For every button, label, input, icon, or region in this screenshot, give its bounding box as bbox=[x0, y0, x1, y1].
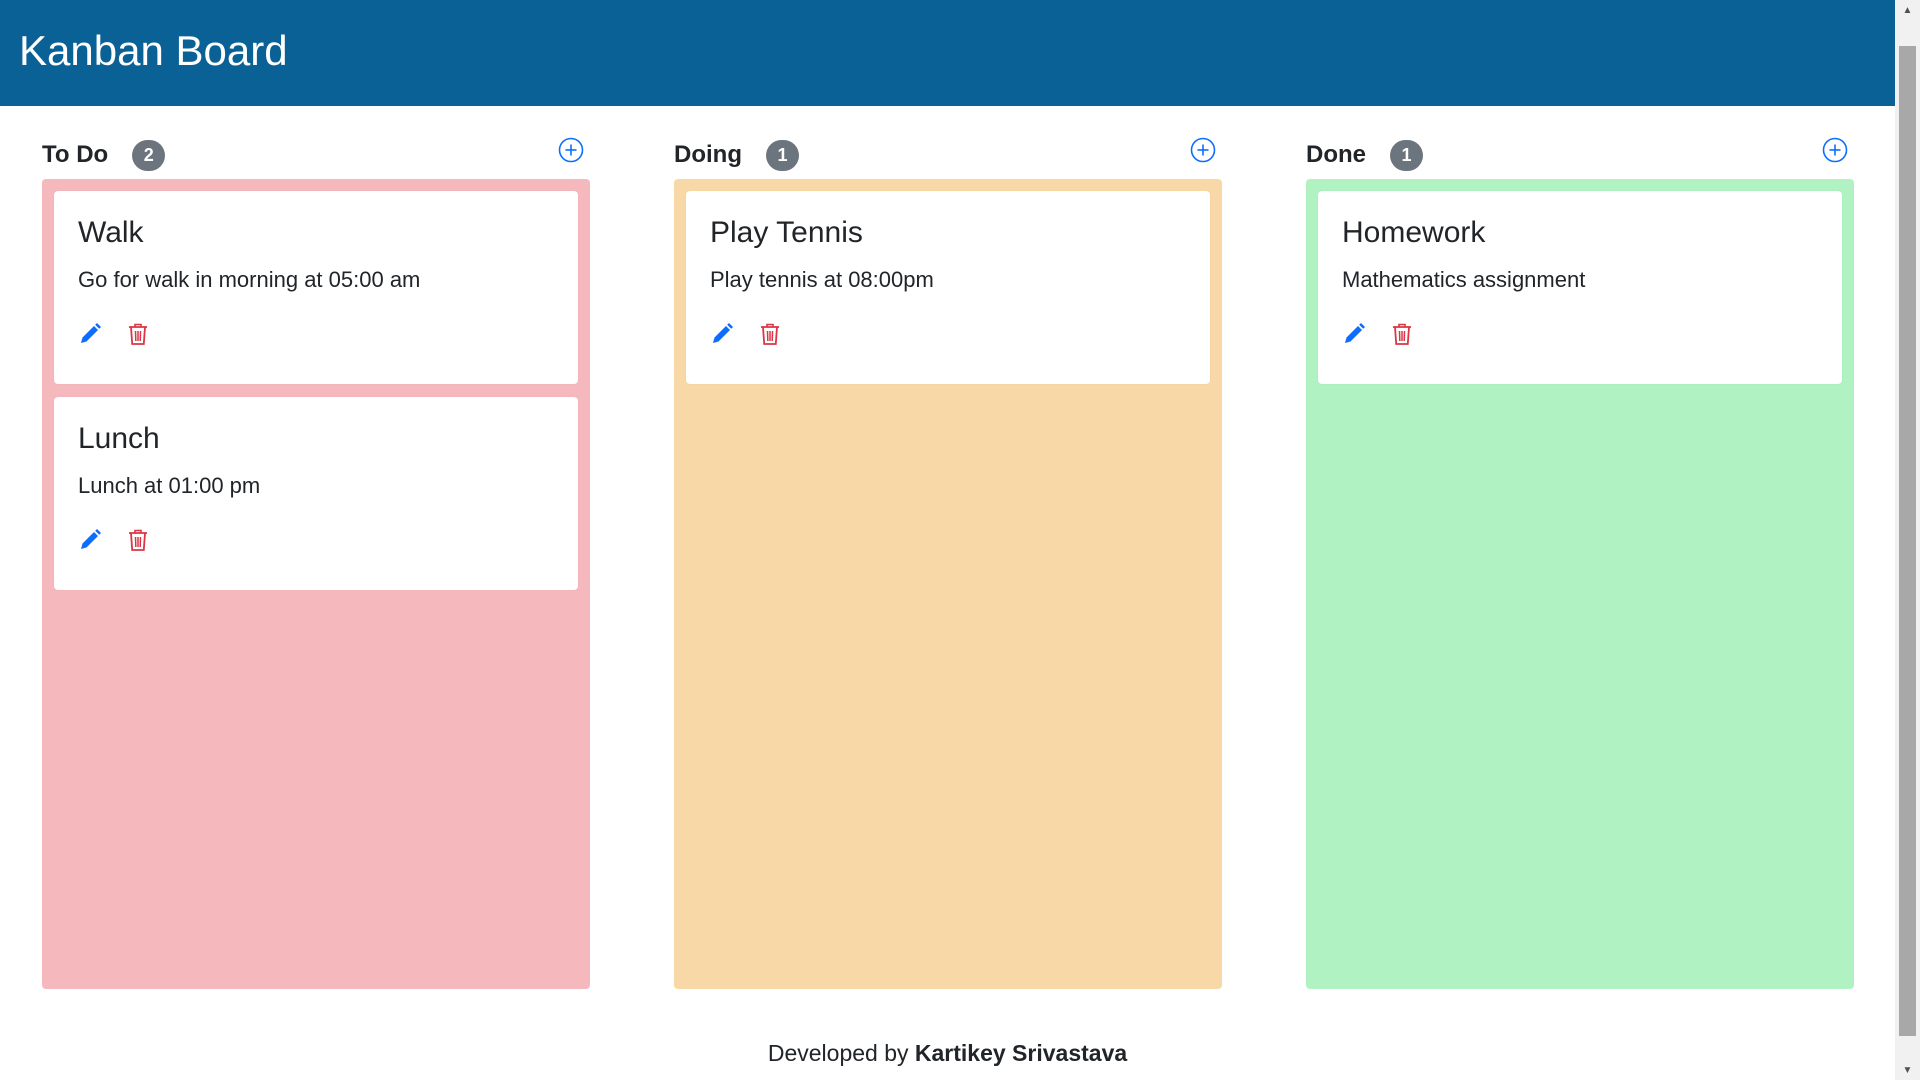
column-todo: To Do 2 Walk Go for walk in morning at 0… bbox=[42, 131, 590, 989]
task-count-badge: 1 bbox=[1390, 139, 1423, 171]
task-title: Play Tennis bbox=[710, 216, 863, 249]
task-description: Mathematics assignment bbox=[1342, 267, 1586, 292]
plus-circle-icon[interactable] bbox=[1190, 137, 1216, 163]
column-title: Doing bbox=[674, 141, 742, 168]
task-count-badge: 2 bbox=[132, 139, 166, 171]
footer-prefix: Developed by bbox=[767, 1040, 915, 1066]
plus-circle-icon[interactable] bbox=[558, 137, 584, 163]
task-card: Play Tennis Play tennis at 08:00pm bbox=[686, 191, 1210, 384]
plus-circle-icon[interactable] bbox=[1822, 137, 1848, 163]
pencil-icon[interactable] bbox=[78, 322, 102, 346]
app-title: Kanban Board bbox=[19, 27, 288, 74]
pencil-icon[interactable] bbox=[710, 322, 734, 346]
pencil-icon[interactable] bbox=[1342, 322, 1366, 346]
task-count-badge: 1 bbox=[765, 139, 799, 171]
trash-icon[interactable] bbox=[126, 322, 150, 346]
task-description: Play tennis at 08:00pm bbox=[710, 267, 934, 292]
card-actions bbox=[1342, 322, 1818, 346]
card-actions bbox=[710, 322, 1186, 346]
task-title: Homework bbox=[1342, 216, 1486, 249]
card-actions bbox=[78, 528, 554, 552]
column-done: Done 1 Homework Mathematics assignment bbox=[1306, 131, 1854, 989]
column-doing: Doing 1 Play Tennis Play tennis at 08:00… bbox=[674, 131, 1222, 989]
column-body: Homework Mathematics assignment bbox=[1306, 179, 1854, 989]
task-card: Lunch Lunch at 01:00 pm bbox=[54, 397, 578, 590]
column-title: To Do bbox=[42, 141, 109, 168]
task-description: Lunch at 01:00 pm bbox=[78, 473, 261, 498]
column-body: Play Tennis Play tennis at 08:00pm bbox=[674, 179, 1222, 989]
scroll-up-arrow-icon[interactable]: ▲ bbox=[1895, 0, 1920, 20]
kanban-board: To Do 2 Walk Go for walk in morning at 0… bbox=[42, 131, 1854, 989]
task-description: Go for walk in morning at 05:00 am bbox=[78, 267, 421, 292]
footer: Developed by Kartikey Srivastava bbox=[0, 1040, 1895, 1067]
card-actions bbox=[78, 322, 554, 346]
task-card: Walk Go for walk in morning at 05:00 am bbox=[54, 191, 578, 384]
trash-icon[interactable] bbox=[126, 528, 150, 552]
task-title: Lunch bbox=[78, 422, 160, 455]
scrollbar-thumb[interactable] bbox=[1899, 46, 1916, 1036]
trash-icon[interactable] bbox=[758, 322, 782, 346]
trash-icon[interactable] bbox=[1390, 322, 1414, 346]
column-title: Done bbox=[1306, 141, 1366, 168]
vertical-scrollbar[interactable]: ▲ ▼ bbox=[1895, 0, 1920, 1080]
scroll-down-arrow-icon[interactable]: ▼ bbox=[1895, 1060, 1920, 1080]
column-body: Walk Go for walk in morning at 05:00 am … bbox=[42, 179, 590, 989]
column-header: To Do 2 bbox=[42, 131, 590, 179]
task-title: Walk bbox=[78, 216, 144, 249]
column-header: Done 1 bbox=[1306, 131, 1854, 179]
task-card: Homework Mathematics assignment bbox=[1318, 191, 1842, 384]
pencil-icon[interactable] bbox=[78, 528, 102, 552]
navbar: Kanban Board bbox=[0, 0, 1895, 106]
column-header: Doing 1 bbox=[674, 131, 1222, 179]
footer-author: Kartikey Srivastava bbox=[914, 1040, 1128, 1066]
